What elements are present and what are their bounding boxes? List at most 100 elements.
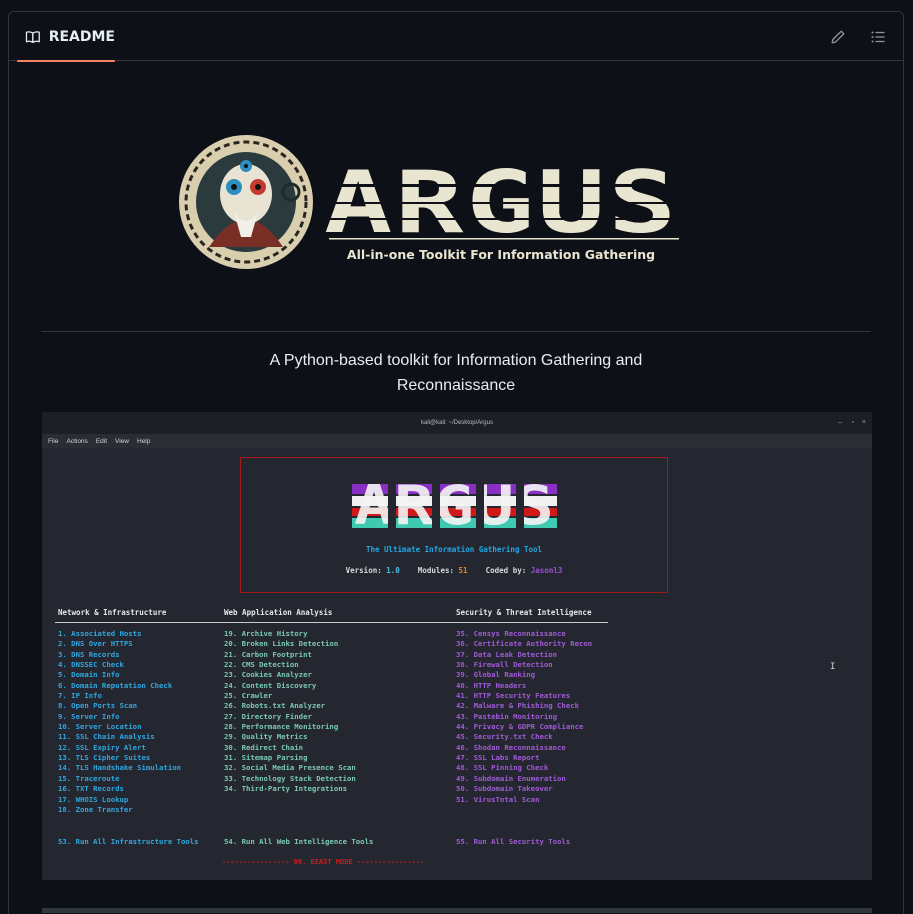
tool-item: 1. Associated Hosts — [58, 629, 142, 638]
tool-item: 19. Archive History — [224, 629, 308, 638]
tool-item: 31. Sitemap Parsing — [224, 753, 308, 763]
menu-actions: Actions — [66, 437, 88, 445]
minimize-icon: – — [838, 419, 842, 426]
tool-item: 27. Directory Finder — [224, 711, 312, 721]
tool-item: 37. Data Leak Detection — [456, 649, 558, 659]
terminal-title: kali@kali: ~/Desktop/Argus — [421, 420, 493, 426]
tool-item: 8. Open Ports Scan — [58, 701, 138, 711]
version-value: 1.0 — [386, 566, 400, 575]
tool-item: 5. Domain Info — [58, 670, 120, 680]
modules-value: 51 — [458, 566, 468, 575]
menu-view: View — [115, 437, 129, 445]
title-divider — [41, 331, 871, 332]
coded-label: Coded by: — [485, 566, 527, 575]
tool-item: 9. Server Info — [58, 711, 120, 721]
tool-item: 25. Crawler — [224, 691, 273, 701]
active-tab-underline — [17, 60, 115, 62]
tool-item: 49. Subdomain Enumeration — [456, 773, 566, 783]
tool-item: 14. TLS Handshake Simulation — [58, 763, 182, 773]
column-header-rule — [55, 622, 608, 623]
tool-item: 39. Global Ranking — [456, 670, 536, 680]
beast-mode-line: ---------------- 00. BEAST MODE --------… — [222, 858, 425, 866]
tool-item: 48. SSL Pinning Check — [456, 763, 549, 773]
security-tools-list: 35. Censys Reconnaissance 36. Certificate… — [456, 629, 592, 805]
tool-item: 43. Pastebin Monitoring — [456, 711, 558, 721]
list-icon — [871, 31, 885, 43]
tool-item: 29. Quality Metrics — [224, 732, 308, 742]
version-line: Version: 1.0 Modules: 51 Coded by: Jason… — [240, 566, 668, 575]
menu-file: File — [48, 437, 59, 445]
tool-item: 18. Zone Transfer — [58, 804, 133, 814]
coded-value: Jasonl3 — [530, 566, 563, 575]
tool-item: 11. SSL Chain Analysis — [58, 732, 155, 742]
network-tools-list: 1. Associated Hosts 2. DNS Over HTTPS 3. D… — [58, 629, 181, 815]
tool-item: 2. DNS Over HTTPS — [58, 639, 133, 649]
tool-item: 15. Traceroute — [58, 773, 120, 783]
pencil-icon — [831, 30, 845, 44]
tool-item: 50. Subdomain Takeover — [456, 784, 553, 794]
banner-subtitle: The Ultimate Information Gathering Tool — [365, 545, 543, 554]
version-label: Version: — [345, 566, 382, 575]
tool-item: 32. Social Media Presence Scan — [224, 763, 356, 773]
terminal-menubar: File Actions Edit View Help — [42, 434, 872, 448]
tool-item: 46. Shodan Reconnaissance — [456, 742, 566, 752]
tool-item: 30. Redirect Chain — [224, 742, 304, 752]
text-cursor-icon: I — [830, 662, 836, 672]
book-icon — [25, 30, 40, 43]
web-tools-list: 19. Archive History 20. Broken Links Dete… — [224, 629, 356, 795]
column-header-network: Network & Infrastructure — [58, 608, 167, 617]
tool-item: 3. DNS Records — [58, 649, 120, 659]
tool-item: 4. DNSSEC Check — [58, 660, 124, 670]
run-all-infra: 53. Run All Infrastructure Tools — [58, 837, 199, 846]
menu-edit: Edit — [95, 437, 108, 445]
tool-item: 23. Cookies Analyzer — [224, 670, 312, 680]
tool-item: 36. Certificate Authority Recon — [456, 639, 593, 649]
tool-item: 34. Third-Party Integrations — [224, 784, 348, 794]
tool-item: 12. SSL Expiry Alert — [58, 742, 146, 752]
ascii-banner-art: ARGUS — [352, 474, 557, 532]
tool-item: 38. Firewall Detection — [456, 660, 553, 670]
maximize-icon: ▫ — [851, 419, 854, 426]
tool-item: 45. Security.txt Check — [456, 732, 553, 742]
tool-item: 21. Carbon Footprint — [224, 649, 312, 659]
tool-item: 51. VirusTotal Scan — [456, 794, 540, 804]
run-all-web: 54. Run All Web Intelligence Tools — [224, 837, 374, 846]
tool-item: 7. IP Info — [58, 691, 102, 701]
tool-item: 17. WHOIS Lookup — [58, 794, 129, 804]
tool-item: 13. TLS Cipher Suites — [58, 753, 151, 763]
terminal-titlebar: kali@kali: ~/Desktop/Argus – ▫ × — [42, 412, 872, 434]
tool-item: 42. Malware & Phishing Check — [456, 701, 580, 711]
column-header-web: Web Application Analysis — [224, 608, 333, 617]
close-icon: × — [861, 419, 866, 426]
tool-item: 33. Technology Stack Detection — [224, 773, 356, 783]
readme-header: README — [9, 12, 903, 62]
tool-item: 16. TXT Records — [58, 784, 124, 794]
tool-item: 10. Server Location — [58, 722, 142, 732]
column-header-security: Security & Threat Intelligence — [456, 608, 592, 617]
edit-button[interactable] — [824, 24, 852, 50]
readme-tagline: A Python-based toolkit for Information G… — [269, 352, 643, 394]
content-divider — [42, 908, 872, 913]
terminal-screenshot: kali@kali: ~/Desktop/Argus – ▫ × File Ac… — [42, 412, 872, 880]
mascot-emblem-icon — [179, 135, 313, 269]
readme-tab[interactable]: README — [17, 12, 115, 62]
run-all-security: 55. Run All Security Tools — [456, 837, 571, 846]
tool-item: 28. Performance Monitoring — [224, 722, 339, 732]
tool-item: 22. CMS Detection — [224, 660, 299, 670]
argus-subtitle: All-in-one Toolkit For Information Gathe… — [347, 247, 655, 262]
tool-item: 20. Broken Links Detection — [224, 639, 339, 649]
tool-item: 24. Content Discovery — [224, 680, 317, 690]
argus-logo: ARGUS All-in-one Toolkit For Information… — [179, 132, 679, 272]
tool-item: 40. HTTP Headers — [456, 680, 527, 690]
readme-panel: README ARGUS All-in-one Toolkit For Info… — [8, 11, 904, 914]
tool-item: 35. Censys Reconnaissance — [456, 629, 566, 638]
tool-item: 41. HTTP Security Features — [456, 691, 571, 701]
readme-tab-label: README — [48, 28, 115, 45]
tool-item: 44. Privacy & GDPR Compliance — [456, 722, 584, 732]
outline-button[interactable] — [864, 24, 892, 50]
menu-help: Help — [137, 437, 151, 445]
tool-item: 47. SSL Labs Report — [456, 753, 540, 763]
modules-label: Modules: — [417, 566, 454, 575]
tool-item: 6. Domain Reputation Check — [58, 680, 173, 690]
tool-item: 26. Robots.txt Analyzer — [224, 701, 326, 711]
